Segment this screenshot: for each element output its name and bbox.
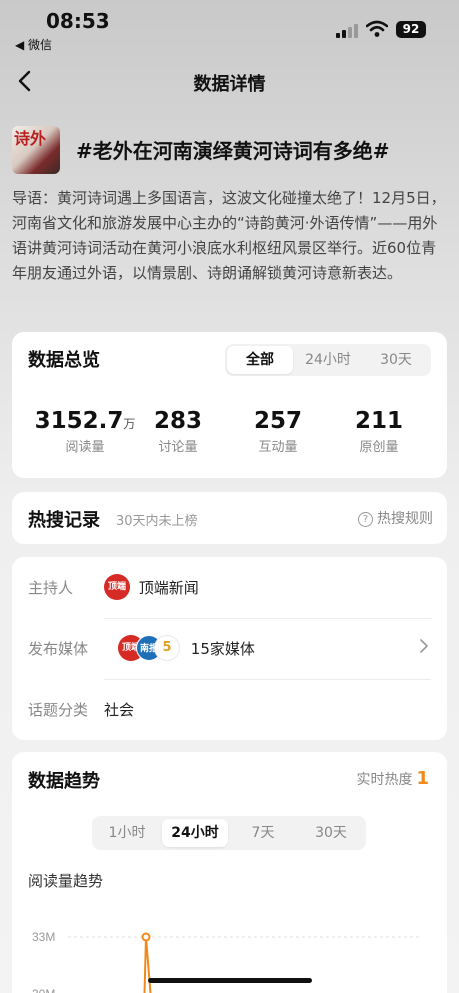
overview-title: 数据总览 xyxy=(28,350,100,371)
tab-7d[interactable]: 7天 xyxy=(230,819,296,847)
realtime-heat-value: 1 xyxy=(416,768,429,789)
topic-thumbnail[interactable]: 诗外 xyxy=(12,126,60,174)
stat-originals: 211 原创量 xyxy=(329,408,429,455)
trend-card: 数据趋势 实时热度1 1小时 24小时 7天 30天 阅读量趋势 33M 30M xyxy=(12,752,447,993)
hot-search-title: 热搜记录 xyxy=(28,510,100,531)
hot-search-subtitle: 30天内未上榜 xyxy=(116,514,198,529)
trend-period-tabs: 1小时 24小时 7天 30天 xyxy=(92,816,366,850)
signal-icon xyxy=(336,22,358,38)
chart-point xyxy=(141,932,151,942)
thumbnail-text: 诗外 xyxy=(14,129,47,148)
host-logo-icon: 顶端 xyxy=(104,574,130,600)
realtime-heat: 实时热度 1 xyxy=(356,768,429,789)
home-indicator[interactable] xyxy=(148,978,312,983)
info-card: 主持人 顶端 顶端新闻 发布媒体 顶端南报 5 15家媒体 话题分类 社会 xyxy=(12,557,447,740)
status-time: 08:53 xyxy=(46,9,110,33)
overview-period-tabs: 全部 24小时 30天 xyxy=(225,344,431,376)
media-label: 发布媒体 xyxy=(28,640,89,658)
trend-title: 数据趋势 xyxy=(28,771,100,792)
media-value: 15家媒体 xyxy=(190,639,255,658)
page-title: 数据详情 xyxy=(193,74,266,95)
category-value: 社会 xyxy=(104,701,135,719)
topic-header: 诗外 #老外在河南演绎黄河诗词有多绝# xyxy=(12,124,452,176)
divider xyxy=(104,618,431,619)
stat-interactions-value: 257 xyxy=(253,408,302,434)
stat-originals-label: 原创量 xyxy=(359,440,399,455)
category-label: 话题分类 xyxy=(28,701,89,719)
tab-30d[interactable]: 30天 xyxy=(363,346,429,374)
stat-discussions-label: 讨论量 xyxy=(158,440,198,455)
media-logo-five-icon: 5 xyxy=(154,635,180,661)
hot-search-card: 热搜记录 30天内未上榜 ? 热搜规则 xyxy=(12,492,447,544)
topic-intro: 导语：黄河诗词遇上多国语言，这波文化碰撞太绝了！12月5日，河南省文化和旅游发展… xyxy=(12,189,446,282)
category-row: 话题分类 社会 xyxy=(28,689,431,729)
tab-24h[interactable]: 24小时 xyxy=(162,819,228,847)
status-bar: 08:53 ◀ 微信 92 xyxy=(0,0,459,56)
chart-y-tick-label: 30M xyxy=(32,987,55,993)
nav-bar: 数据详情 xyxy=(0,60,459,104)
topic-title: #老外在河南演绎黄河诗词有多绝# xyxy=(76,139,390,163)
chart-series-line xyxy=(145,936,152,993)
divider xyxy=(104,679,431,680)
host-value-group: 顶端 顶端新闻 xyxy=(104,574,199,600)
stat-reads: 3152.7万 阅读量 xyxy=(30,408,140,455)
realtime-heat-label: 实时热度 xyxy=(356,772,413,788)
back-to-app-link[interactable]: ◀ 微信 xyxy=(15,36,52,53)
chart-title: 阅读量趋势 xyxy=(28,872,104,890)
media-value-group: 顶端南报 5 15家媒体 xyxy=(118,635,255,661)
stat-interactions: 257 互动量 xyxy=(228,408,328,455)
tab-30d[interactable]: 30天 xyxy=(298,819,364,847)
stat-discussions: 283 讨论量 xyxy=(128,408,228,455)
host-label: 主持人 xyxy=(28,579,74,597)
wifi-icon xyxy=(366,20,388,37)
battery-icon: 92 xyxy=(396,21,426,38)
stat-originals-value: 211 xyxy=(354,408,403,434)
stat-reads-value: 3152.7 xyxy=(34,408,124,434)
tab-24h[interactable]: 24小时 xyxy=(295,346,361,374)
tab-all[interactable]: 全部 xyxy=(227,346,293,374)
overview-card: 数据总览 全部 24小时 30天 3152.7万 阅读量 283 讨论量 257… xyxy=(12,332,447,478)
host-row[interactable]: 主持人 顶端 顶端新闻 xyxy=(28,567,431,607)
host-value: 顶端新闻 xyxy=(138,578,199,597)
media-row[interactable]: 发布媒体 顶端南报 5 15家媒体 xyxy=(28,628,431,668)
stat-reads-label: 阅读量 xyxy=(65,440,105,455)
stat-interactions-label: 互动量 xyxy=(258,440,298,455)
stat-discussions-value: 283 xyxy=(153,408,202,434)
chevron-right-icon xyxy=(420,639,428,653)
hot-search-rule-link[interactable]: ? 热搜规则 xyxy=(358,508,433,528)
question-icon: ? xyxy=(358,512,373,527)
hot-search-rule-label: 热搜规则 xyxy=(377,511,433,527)
tab-1h[interactable]: 1小时 xyxy=(94,819,160,847)
chart-y-tick-label: 33M xyxy=(32,930,55,944)
